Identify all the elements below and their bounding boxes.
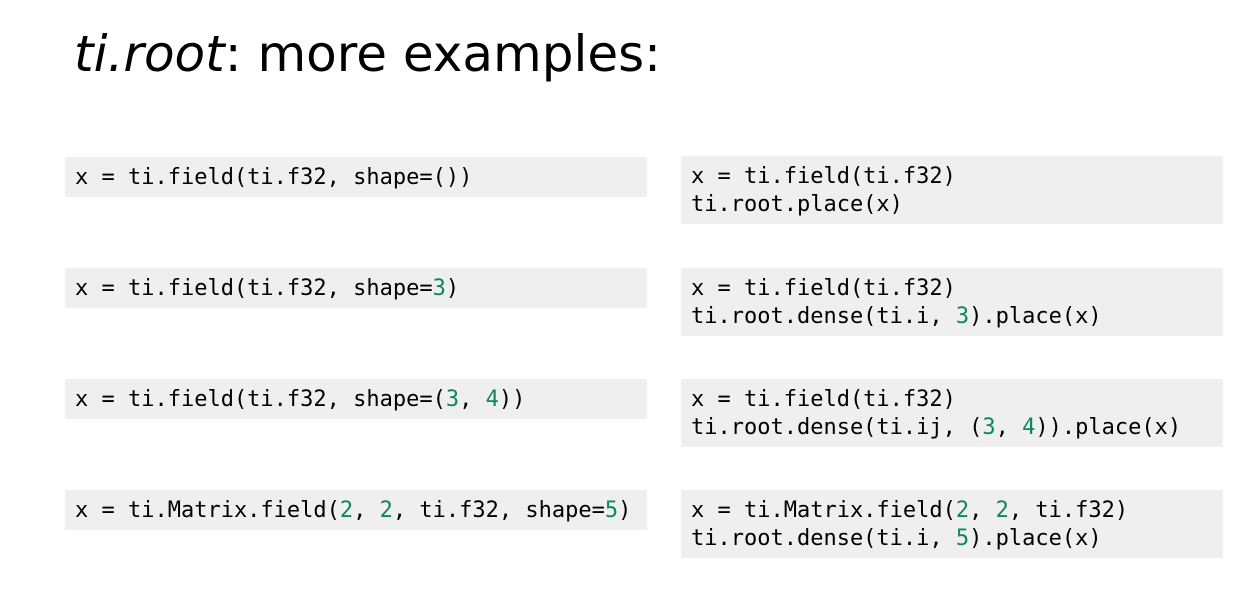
code-text: ti.root.dense(ti.i, bbox=[691, 526, 956, 551]
code-number: 4 bbox=[1022, 415, 1036, 440]
shape-example-3-code: x = ti.field(ti.f32, shape=(3, 4)) bbox=[65, 379, 647, 419]
code-number: 3 bbox=[955, 304, 970, 329]
code-text: x = ti.field(ti.f32) bbox=[691, 276, 956, 301]
code-text: x = ti.field(ti.f32) bbox=[691, 164, 956, 189]
code-text: )) bbox=[498, 387, 526, 412]
code-line: x = ti.field(ti.f32) bbox=[691, 275, 1223, 303]
code-line: x = ti.Matrix.field(2, 2, ti.f32) bbox=[691, 497, 1223, 525]
slide-title-emphasis: ti.root bbox=[74, 25, 225, 83]
code-line: ti.root.dense(ti.i, 3).place(x) bbox=[691, 303, 1223, 331]
code-line: ti.root.dense(ti.i, 5).place(x) bbox=[691, 525, 1223, 553]
code-text: , bbox=[353, 498, 380, 523]
code-text: ti.root.place(x) bbox=[691, 192, 903, 217]
code-text: x = ti.field(ti.f32, shape=()) bbox=[75, 165, 473, 190]
code-text: , ti.f32, shape= bbox=[392, 498, 605, 523]
code-text: x = ti.field(ti.f32) bbox=[691, 387, 956, 412]
code-text: ) bbox=[445, 276, 460, 301]
code-line: x = ti.field(ti.f32) bbox=[691, 163, 1223, 191]
code-text: , bbox=[969, 498, 996, 523]
code-text: ).place(x) bbox=[969, 304, 1102, 329]
code-text: x = ti.field(ti.f32, shape=( bbox=[75, 387, 446, 412]
code-text: )).place(x) bbox=[1035, 415, 1182, 440]
root-example-3-code: x = ti.field(ti.f32) ti.root.dense(ti.ij,… bbox=[681, 379, 1223, 447]
code-line: x = ti.Matrix.field(2, 2, ti.f32, shape=… bbox=[75, 497, 647, 525]
code-line: ti.root.place(x) bbox=[691, 191, 1223, 219]
slide-title-rest: : more examples: bbox=[224, 25, 661, 83]
code-number: 4 bbox=[485, 387, 499, 412]
root-example-4-code: x = ti.Matrix.field(2, 2, ti.f32) ti.root… bbox=[681, 490, 1223, 558]
code-text: x = ti.field(ti.f32, shape= bbox=[75, 276, 433, 301]
code-text: x = ti.Matrix.field( bbox=[75, 498, 340, 523]
root-example-2-code: x = ti.field(ti.f32) ti.root.dense(ti.i, … bbox=[681, 268, 1223, 336]
shape-example-2-code: x = ti.field(ti.f32, shape=3) bbox=[65, 268, 647, 308]
code-text: ).place(x) bbox=[969, 526, 1102, 551]
code-text: , bbox=[459, 387, 486, 412]
code-text: ) bbox=[618, 498, 632, 523]
code-number: 2 bbox=[339, 498, 354, 523]
code-number: 2 bbox=[379, 498, 393, 523]
code-text: , bbox=[995, 415, 1023, 440]
code-number: 5 bbox=[955, 526, 970, 551]
code-number: 3 bbox=[982, 415, 996, 440]
shape-example-4-code: x = ti.Matrix.field(2, 2, ti.f32, shape=… bbox=[65, 490, 647, 530]
code-line: x = ti.field(ti.f32, shape=(3, 4)) bbox=[75, 386, 647, 414]
code-line: x = ti.field(ti.f32, shape=3) bbox=[75, 275, 647, 303]
code-line: x = ti.field(ti.f32, shape=()) bbox=[75, 164, 647, 192]
code-line: ti.root.dense(ti.ij, (3, 4)).place(x) bbox=[691, 414, 1223, 442]
code-line: x = ti.field(ti.f32) bbox=[691, 386, 1223, 414]
slide-title: ti.root: more examples: bbox=[74, 22, 661, 86]
code-number: 2 bbox=[995, 498, 1009, 523]
code-text: ti.root.dense(ti.ij, ( bbox=[691, 415, 983, 440]
root-example-1-code: x = ti.field(ti.f32) ti.root.place(x) bbox=[681, 156, 1223, 224]
code-number: 3 bbox=[445, 387, 460, 412]
code-text: , ti.f32) bbox=[1008, 498, 1129, 523]
code-number: 2 bbox=[955, 498, 970, 523]
code-number: 5 bbox=[604, 498, 619, 523]
shape-example-1-code: x = ti.field(ti.f32, shape=()) bbox=[65, 157, 647, 197]
code-text: ti.root.dense(ti.i, bbox=[691, 304, 956, 329]
code-number: 3 bbox=[432, 276, 446, 301]
code-text: x = ti.Matrix.field( bbox=[691, 498, 956, 523]
